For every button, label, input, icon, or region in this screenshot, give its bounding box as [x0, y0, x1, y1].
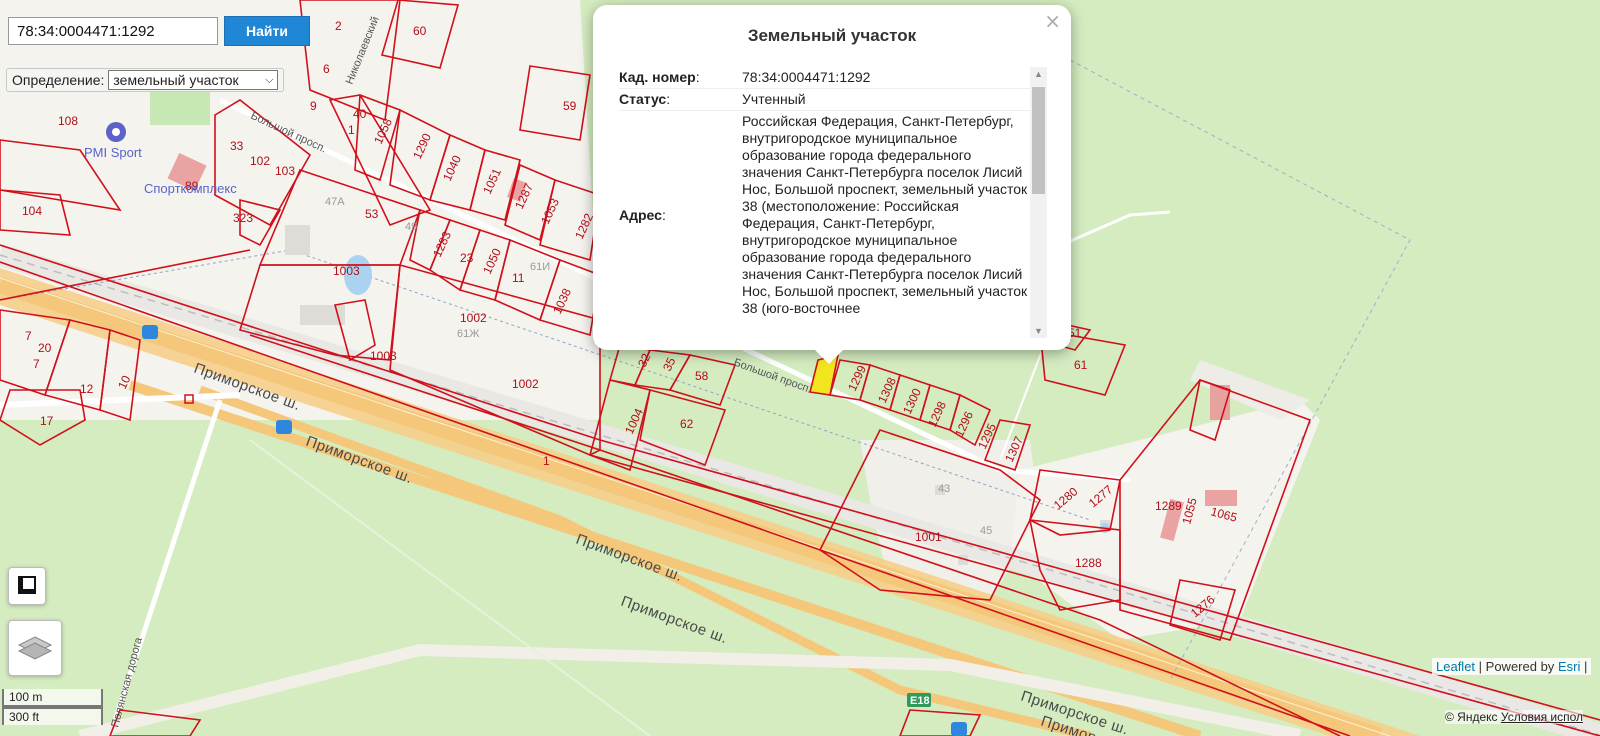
svg-text:49: 49: [405, 221, 417, 233]
parcel-popup: × Земельный участок Кад. номер: 78:34:00…: [593, 5, 1071, 364]
svg-text:47А: 47А: [325, 196, 345, 208]
definition-panel: Определение: земельный участок ⌵: [6, 68, 285, 92]
info-value: Учтенный: [742, 91, 806, 107]
svg-text:17: 17: [40, 414, 54, 428]
svg-text:2: 2: [335, 19, 342, 33]
svg-text:PMI Sport: PMI Sport: [84, 145, 142, 160]
svg-text:1001: 1001: [915, 530, 942, 544]
svg-text:E18: E18: [910, 695, 930, 707]
scale-metric: 100 m: [2, 689, 103, 707]
info-value: Российская Федерация, Санкт-Петербург, в…: [742, 113, 1028, 316]
info-row-address: Адрес: Российская Федерация, Санкт-Петер…: [619, 111, 1047, 319]
leaflet-link[interactable]: Leaflet: [1436, 659, 1475, 674]
popup-tip: [813, 348, 845, 364]
info-row-cadastral: Кад. номер: 78:34:0004471:1292: [619, 67, 1047, 89]
svg-text:1: 1: [348, 123, 355, 137]
svg-text:103: 103: [275, 164, 295, 178]
svg-text:40: 40: [353, 107, 367, 121]
scroll-down-icon[interactable]: ▼: [1030, 326, 1047, 336]
svg-text:102: 102: [250, 154, 270, 168]
definition-select[interactable]: земельный участок ⌵: [108, 70, 279, 90]
esri-link[interactable]: Esri: [1558, 659, 1580, 674]
bus-stop-icon: [276, 420, 292, 434]
svg-text:1288: 1288: [1075, 556, 1102, 570]
svg-text:9: 9: [310, 99, 317, 113]
info-value: 78:34:0004471:1292: [742, 69, 871, 85]
info-key: Статус:: [619, 91, 671, 107]
measure-button[interactable]: [8, 567, 46, 605]
info-key: Кад. номер:: [619, 69, 700, 85]
svg-text:58: 58: [695, 369, 709, 383]
ruler-icon: [18, 576, 36, 594]
svg-text:62: 62: [680, 417, 694, 431]
chevron-down-icon: ⌵: [265, 73, 274, 86]
popup-scrollbar[interactable]: ▲ ▼: [1030, 67, 1047, 338]
layers-button[interactable]: [8, 620, 62, 676]
svg-text:7: 7: [25, 329, 32, 343]
svg-text:61Ж: 61Ж: [457, 328, 479, 340]
scroll-up-icon[interactable]: ▲: [1030, 69, 1047, 79]
scroll-thumb[interactable]: [1032, 87, 1045, 194]
svg-text:11: 11: [512, 271, 525, 285]
definition-label: Определение:: [12, 72, 105, 88]
terms-link[interactable]: Условия испол: [1501, 710, 1583, 724]
bus-stop-icon: [951, 722, 967, 736]
svg-text:23: 23: [460, 251, 474, 265]
svg-text:104: 104: [22, 204, 42, 218]
scale-bar: 100 m 300 ft: [2, 689, 103, 725]
attribution: Leaflet | Powered by Esri |: [1432, 658, 1592, 675]
definition-selected-value: земельный участок: [113, 72, 239, 88]
svg-text:12: 12: [80, 382, 94, 396]
svg-text:61И: 61И: [530, 261, 550, 273]
svg-text:1002: 1002: [512, 377, 539, 391]
info-row-status: Статус: Учтенный: [619, 89, 1047, 111]
svg-text:1289: 1289: [1155, 499, 1182, 513]
svg-text:59: 59: [563, 99, 577, 113]
svg-text:323: 323: [233, 211, 253, 225]
svg-text:20: 20: [38, 341, 52, 355]
svg-text:1: 1: [543, 454, 550, 468]
svg-text:33: 33: [230, 139, 244, 153]
svg-text:60: 60: [413, 24, 427, 38]
svg-text:1003: 1003: [333, 264, 360, 278]
svg-text:1003: 1003: [370, 349, 397, 363]
svg-text:7: 7: [33, 357, 40, 371]
search-panel: Найти: [8, 16, 310, 46]
cadastral-search-input[interactable]: [8, 17, 218, 45]
scale-imperial: 300 ft: [2, 707, 103, 725]
svg-text:45: 45: [980, 525, 992, 537]
svg-text:108: 108: [58, 114, 78, 128]
layers-icon: [17, 636, 53, 660]
svg-text:Спорткомплекс: Спорткомплекс: [144, 181, 237, 196]
svg-text:1002: 1002: [460, 311, 487, 325]
popup-body[interactable]: Кад. номер: 78:34:0004471:1292 Статус: У…: [619, 67, 1047, 338]
info-key: Адрес:: [619, 206, 666, 223]
bus-stop-icon: [142, 325, 158, 339]
svg-text:61: 61: [1074, 358, 1088, 372]
svg-text:6: 6: [323, 62, 330, 76]
popup-title: Земельный участок: [747, 26, 917, 45]
svg-text:43: 43: [938, 483, 950, 495]
svg-text:53: 53: [365, 207, 379, 221]
search-button[interactable]: Найти: [224, 16, 310, 46]
yandex-attribution: © Яндекс Условия испол: [1445, 710, 1584, 724]
